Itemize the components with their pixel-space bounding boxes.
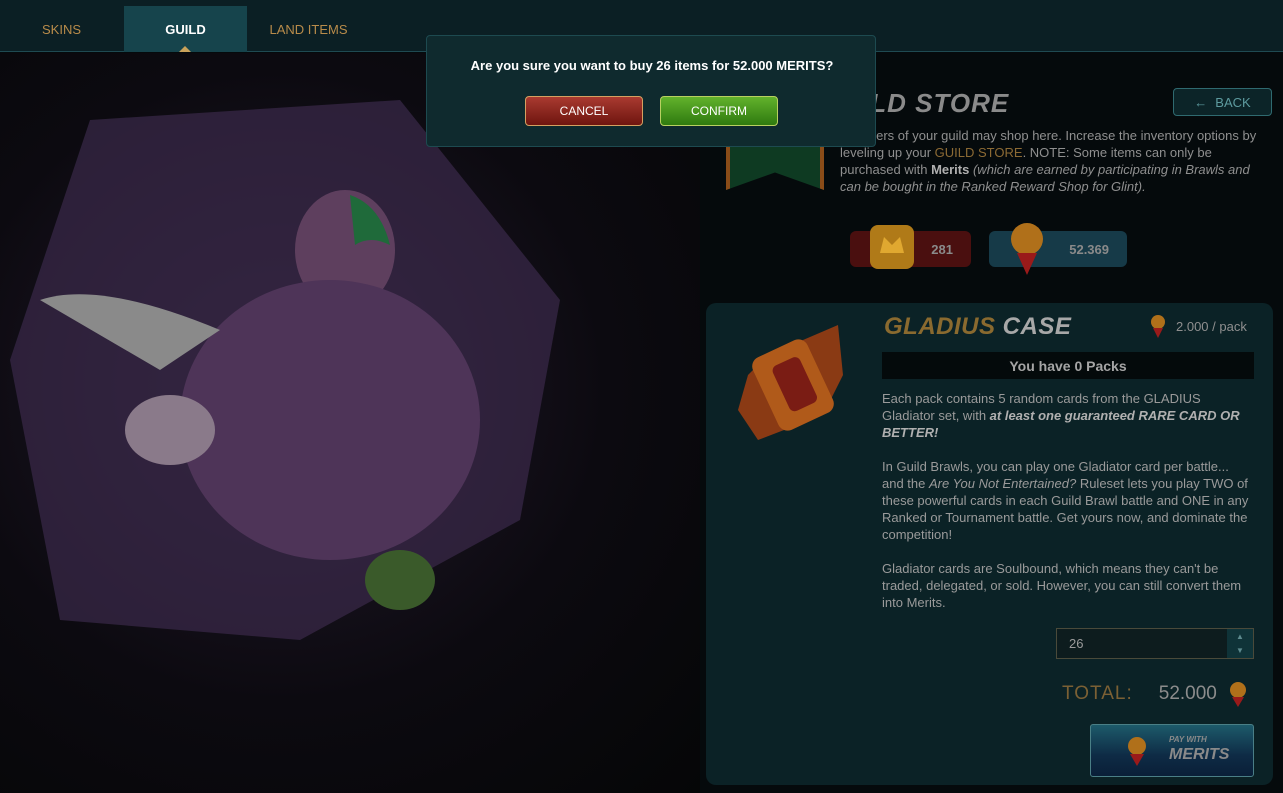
dialog-message: Are you sure you want to buy 26 items fo… [470,58,834,73]
total-label: TOTAL: [1062,683,1133,704]
gladiator-illustration [10,100,560,640]
total-value: 52.000 [1158,683,1217,704]
merits-balance: 52.369 [989,223,1127,275]
product-title-part1: GLADIUS [884,313,996,340]
price-text: 2.000 / pack [1176,318,1247,334]
cancel-button[interactable]: CANCEL [525,96,643,126]
chevron-up-icon[interactable]: ▲ [1236,632,1244,641]
product-title-part2: CASE [1002,313,1072,340]
merits-term: Merits [931,162,970,177]
confirm-purchase-dialog: Are you sure you want to buy 26 items fo… [426,35,876,147]
store-title: ILD STORE [862,88,1010,118]
pay-with-merits-button[interactable]: PAY WITH MERITS [1090,724,1254,777]
quantity-input[interactable] [1056,628,1254,659]
chevron-down-icon[interactable]: ▼ [1236,646,1244,655]
product-title: GLADIUS CASE [884,313,1071,341]
merit-medal-icon [1011,223,1043,275]
guild-store-link: GUILD STORE [934,145,1023,160]
merits-value: 52.369 [1069,241,1109,257]
gladius-case-image [738,325,843,440]
arrow-left-icon: ← [1194,94,1208,110]
crowns-balance: 281 [850,225,971,269]
confirm-button[interactable]: CONFIRM [660,96,778,126]
product-price: 2.000 / pack [1150,313,1247,339]
tab-skins[interactable]: SKINS [0,6,123,52]
tab-land-items[interactable]: LAND ITEMS [247,6,370,52]
pay-label-small: PAY WITH [1169,735,1207,744]
packs-owned: You have 0 Packs [882,352,1254,379]
ruleset-name: Are You Not Entertained? [929,476,1077,491]
pay-label-large: MERITS [1169,746,1230,763]
tab-guild[interactable]: GUILD [124,6,247,52]
quantity-stepper[interactable]: ▲ ▼ [1227,629,1253,658]
product-description: Each pack contains 5 random cards from t… [882,390,1254,628]
merit-medal-icon [1229,682,1246,707]
desc-paragraph: Each pack contains 5 random cards from t… [882,390,1254,441]
merit-medal-icon [1151,315,1165,338]
store-description: members of your guild may shop here. Inc… [840,127,1272,195]
crowns-value: 281 [931,241,953,257]
total-row: TOTAL: 52.000 [1062,680,1247,708]
desc-paragraph: Gladiator cards are Soulbound, which mea… [882,561,1242,610]
desc-paragraph: In Guild Brawls, you can play one Gladia… [882,458,1254,543]
back-label: BACK [1215,94,1251,110]
merit-medal-icon [1128,737,1146,766]
back-button[interactable]: ← BACK [1173,88,1272,116]
crown-badge-icon [870,225,914,269]
